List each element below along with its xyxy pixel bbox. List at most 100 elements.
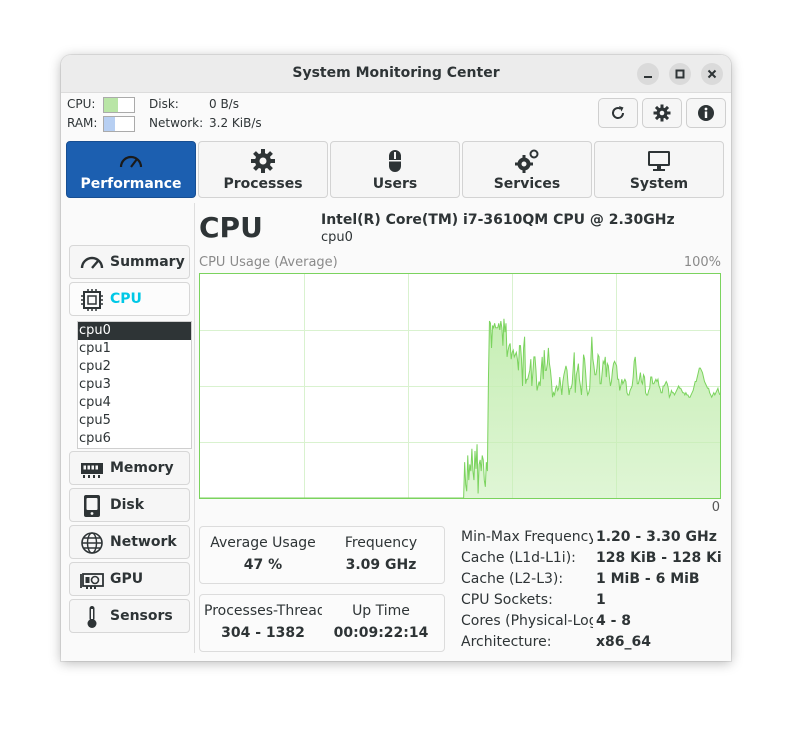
about-button[interactable] bbox=[686, 98, 726, 128]
tab-system-label: System bbox=[629, 176, 689, 192]
frequency-label: Frequency bbox=[344, 535, 418, 551]
maximize-icon bbox=[675, 69, 685, 79]
globe-icon bbox=[81, 532, 103, 554]
disk-mini-value: 0 B/s bbox=[209, 97, 239, 111]
tab-system[interactable]: System bbox=[594, 141, 724, 198]
cpu-panel: CPU Intel(R) Core(TM) i7-3610QM CPU @ 2.… bbox=[199, 203, 725, 655]
cpu-core-item[interactable]: cpu6 bbox=[78, 430, 191, 448]
spec-value: 4 - 8 bbox=[596, 613, 632, 629]
disk-icon bbox=[84, 495, 100, 517]
disk-mini-label: Disk: bbox=[149, 97, 179, 111]
tab-services-label: Services bbox=[493, 176, 561, 192]
monitor-icon bbox=[648, 151, 670, 171]
page-title: CPU bbox=[199, 211, 263, 244]
cpu-core-item[interactable]: cpu0 bbox=[78, 322, 191, 340]
chip-icon bbox=[81, 289, 103, 311]
sidebar-item-disk[interactable]: Disk bbox=[69, 488, 190, 522]
tab-users[interactable]: Users bbox=[330, 141, 460, 198]
spec-key: CPU Sockets: bbox=[461, 592, 553, 608]
sidebar-item-label: Disk bbox=[110, 497, 145, 513]
cpu-mini-meter-fill bbox=[104, 98, 119, 112]
sidebar-item-network[interactable]: Network bbox=[69, 525, 190, 559]
spec-row: Min-Max Frequency: 1.20 - 3.30 GHz bbox=[461, 529, 723, 549]
spec-value: 1.20 - 3.30 GHz bbox=[596, 529, 717, 545]
network-mini-label: Network: bbox=[149, 116, 204, 130]
tab-processes-label: Processes bbox=[223, 176, 303, 192]
gpu-icon bbox=[80, 573, 104, 589]
graph-max-label: 100% bbox=[683, 255, 721, 270]
sidebar-item-label: CPU bbox=[110, 291, 142, 307]
mouse-icon bbox=[389, 150, 401, 172]
spec-key: Cores (Physical-Logical): bbox=[461, 613, 593, 629]
maximize-button[interactable] bbox=[669, 63, 691, 85]
sidebar-item-gpu[interactable]: GPU bbox=[69, 562, 190, 596]
refresh-button[interactable] bbox=[598, 98, 638, 128]
sidebar-item-memory[interactable]: Memory bbox=[69, 451, 190, 485]
ram-mini-meter bbox=[103, 116, 135, 132]
sidebar-item-label: Memory bbox=[110, 460, 174, 476]
spec-key: Cache (L2-L3): bbox=[461, 571, 564, 587]
spec-value: x86_64 bbox=[596, 634, 651, 650]
uptime-value: 00:09:22:14 bbox=[333, 625, 429, 641]
settings-button[interactable] bbox=[642, 98, 682, 128]
network-mini-value: 3.2 KiB/s bbox=[209, 116, 262, 130]
minimize-icon bbox=[644, 76, 652, 78]
sidebar: Summary CPU cpu0 cpu1 cpu2 cpu3 cpu4 cpu5 cpu6… bbox=[67, 203, 197, 653]
cpu-core-item[interactable]: cpu4 bbox=[78, 394, 191, 412]
gauge-icon bbox=[119, 155, 143, 168]
processes-uptime-card: Processes-Threads 304 - 1382 Up Time 00:… bbox=[199, 594, 445, 652]
spec-key: Min-Max Frequency: bbox=[461, 529, 593, 545]
close-button[interactable] bbox=[701, 63, 723, 85]
cpu-core-list[interactable]: cpu0 cpu1 cpu2 cpu3 cpu4 cpu5 cpu6 bbox=[77, 321, 192, 449]
gears-icon bbox=[515, 149, 539, 173]
tab-users-label: Users bbox=[372, 176, 418, 192]
selected-device: cpu0 bbox=[321, 230, 353, 245]
spec-value: 128 KiB - 128 KiB bbox=[596, 550, 723, 566]
gauge-icon bbox=[80, 256, 104, 269]
spec-value: 1 bbox=[596, 592, 606, 608]
spec-value: 1 MiB - 6 MiB bbox=[596, 571, 700, 587]
ram-mini-label: RAM: bbox=[67, 116, 98, 130]
spec-row: CPU Sockets: 1 bbox=[461, 592, 723, 612]
cpu-core-item[interactable]: cpu5 bbox=[78, 412, 191, 430]
sidebar-item-summary[interactable]: Summary bbox=[69, 245, 190, 279]
title-bar[interactable]: System Monitoring Center bbox=[61, 55, 731, 93]
cpu-core-item[interactable]: cpu2 bbox=[78, 358, 191, 376]
uptime-label: Up Time bbox=[352, 603, 410, 619]
average-usage-value: 47 % bbox=[243, 557, 283, 573]
spec-row: Cache (L1d-L1i): 128 KiB - 128 KiB bbox=[461, 550, 723, 570]
cpu-usage-chart-svg bbox=[200, 274, 721, 499]
spec-row: Cache (L2-L3): 1 MiB - 6 MiB bbox=[461, 571, 723, 591]
sidebar-item-label: Network bbox=[110, 534, 177, 550]
cpu-core-item[interactable]: cpu3 bbox=[78, 376, 191, 394]
info-icon bbox=[698, 105, 714, 121]
gear-icon bbox=[251, 149, 275, 173]
sidebar-item-label: Summary bbox=[110, 254, 185, 270]
tab-processes[interactable]: Processes bbox=[198, 141, 328, 198]
sidebar-item-label: GPU bbox=[110, 571, 144, 587]
tab-services[interactable]: Services bbox=[462, 141, 592, 198]
close-icon bbox=[707, 69, 717, 79]
cpu-usage-chart[interactable] bbox=[199, 273, 721, 499]
graph-min-label: 0 bbox=[711, 500, 720, 515]
spec-row: Cores (Physical-Logical):4 - 8 bbox=[461, 613, 723, 633]
tab-performance[interactable]: Performance bbox=[66, 141, 196, 198]
usage-frequency-card: Average Usage 47 % Frequency 3.09 GHz bbox=[199, 526, 445, 584]
cpu-core-item[interactable]: cpu1 bbox=[78, 340, 191, 358]
sidebar-item-cpu[interactable]: CPU bbox=[69, 282, 190, 316]
app-window: System Monitoring Center CPU: RAM: Disk:… bbox=[61, 55, 731, 661]
spec-key: Cache (L1d-L1i): bbox=[461, 550, 576, 566]
sidebar-item-sensors[interactable]: Sensors bbox=[69, 599, 190, 633]
processes-threads-label: Processes-Threads bbox=[204, 603, 322, 619]
cpu-model: Intel(R) Core(TM) i7-3610QM CPU @ 2.30GH… bbox=[321, 212, 675, 228]
minimize-button[interactable] bbox=[637, 63, 659, 85]
processes-threads-value: 304 - 1382 bbox=[221, 625, 305, 641]
cpu-usage-area bbox=[200, 318, 720, 498]
spec-row: Architecture: x86_64 bbox=[461, 634, 723, 654]
gear-icon bbox=[653, 104, 671, 122]
cpu-mini-meter bbox=[103, 97, 135, 113]
spec-key: Architecture: bbox=[461, 634, 552, 650]
graph-title: CPU Usage (Average) bbox=[199, 255, 338, 270]
window-title: System Monitoring Center bbox=[292, 65, 500, 81]
sidebar-item-label: Sensors bbox=[110, 608, 173, 624]
